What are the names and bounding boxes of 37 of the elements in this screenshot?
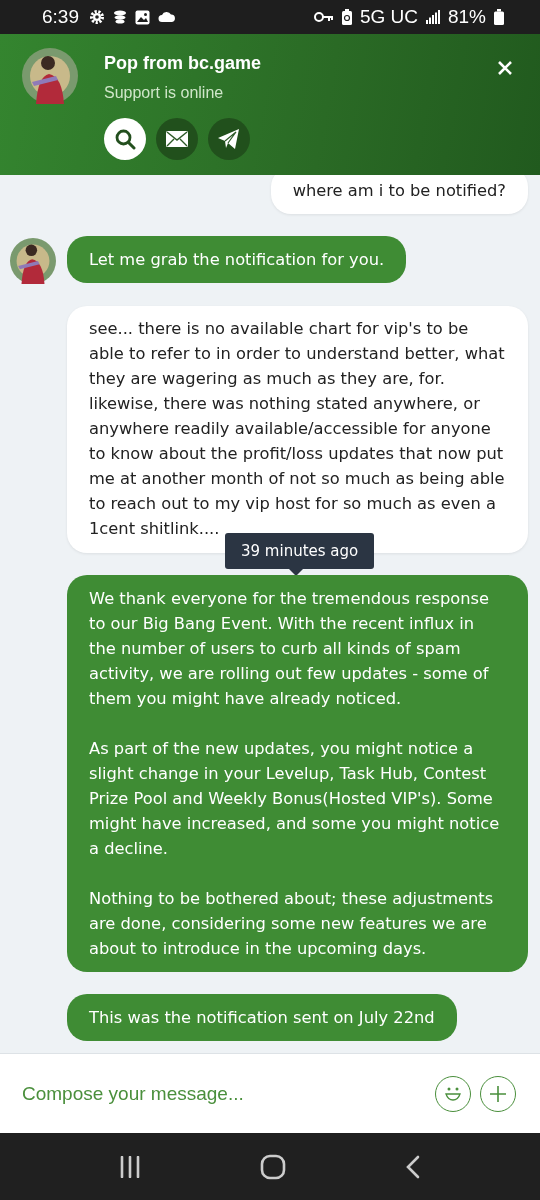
gear-icon bbox=[89, 9, 105, 25]
search-icon bbox=[114, 128, 136, 150]
telegram-button[interactable] bbox=[208, 118, 250, 160]
message-text: Nothing to be bothered about; these adjustments are done, considering some new features we are about to introduce in the upcoming days. bbox=[89, 888, 495, 960]
signal-icon bbox=[425, 10, 440, 24]
key-icon bbox=[313, 11, 334, 23]
smiley-icon bbox=[443, 1086, 463, 1101]
avatar bbox=[22, 48, 78, 104]
home-icon[interactable] bbox=[260, 1153, 286, 1180]
agent-name: Pop from bc.game bbox=[104, 53, 263, 74]
close-icon bbox=[498, 61, 512, 75]
cloud-icon bbox=[158, 11, 176, 23]
tooltip-pointer bbox=[289, 569, 303, 576]
add-button[interactable] bbox=[480, 1075, 516, 1112]
back-icon[interactable] bbox=[404, 1154, 421, 1179]
search-button[interactable] bbox=[104, 118, 146, 160]
paper-plane-icon bbox=[218, 129, 240, 149]
envelope-icon bbox=[166, 131, 188, 147]
message-text: where am i to be notified? bbox=[292, 180, 506, 202]
stack-icon bbox=[113, 9, 127, 25]
message-text: We thank everyone for the tremendous response to our Big Bang Event. With the recent influx in the number of users to curb all kinds of spam activity, we are rolling out few updates - some of them you might have already noticed. bbox=[89, 588, 491, 710]
email-button[interactable] bbox=[156, 118, 198, 160]
message-composer[interactable]: Compose your message... bbox=[0, 1053, 540, 1133]
online-status: Support is online bbox=[104, 84, 225, 102]
message-text: Let me grab the notification for you. bbox=[89, 249, 385, 271]
message-text: As part of the new updates, you might notice a slight change in your Levelup, Task Hub, Contest Prize Pool and Weekly Bonus(Hosted VIP's). Some might have increased, and some you might notice a decline. bbox=[89, 738, 501, 860]
message-input[interactable]: Compose your message... bbox=[22, 1078, 426, 1109]
recent-apps-icon[interactable] bbox=[119, 1155, 142, 1178]
battery-icon bbox=[494, 9, 504, 25]
battery-percent: 81% bbox=[447, 6, 486, 28]
plus-icon bbox=[490, 1085, 506, 1102]
battery-saver-icon bbox=[341, 9, 352, 25]
status-time: 6:39 bbox=[42, 6, 79, 28]
network-label: 5G UC bbox=[359, 6, 418, 28]
message-text: This was the notification sent on July 22nd bbox=[89, 1007, 435, 1029]
image-icon bbox=[135, 9, 150, 25]
emoji-button[interactable] bbox=[435, 1075, 471, 1112]
